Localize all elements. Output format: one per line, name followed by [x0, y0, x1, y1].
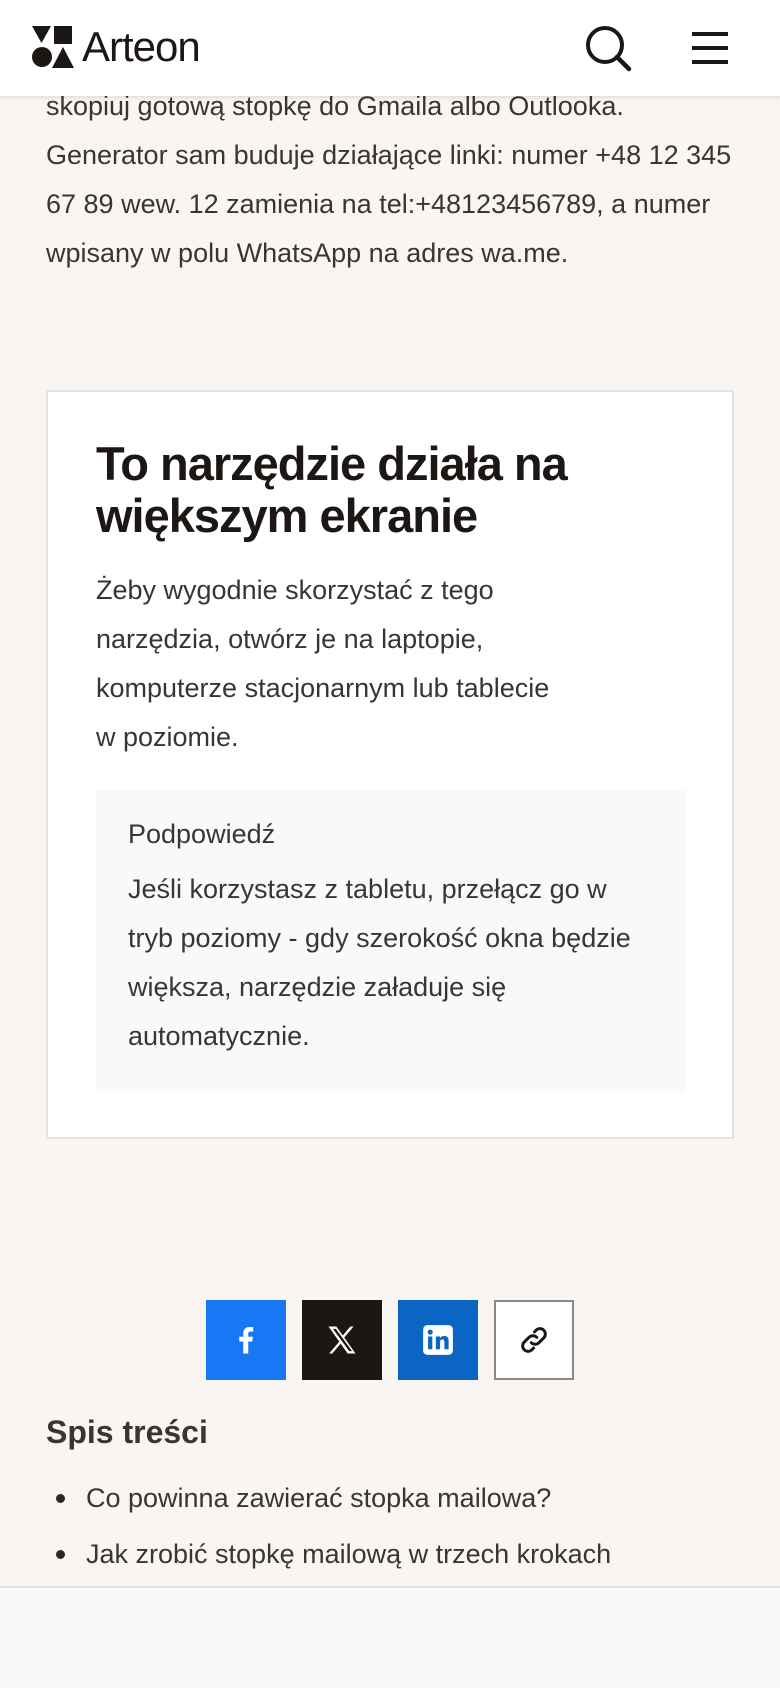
arteon-logo-icon [32, 26, 74, 68]
toc-item[interactable]: Co powinna zawierać stopka mailowa? [46, 1470, 746, 1526]
search-icon [586, 26, 632, 72]
search-button[interactable] [584, 24, 632, 72]
toc-title: Spis treści [46, 1414, 208, 1450]
bottom-bar [0, 1586, 780, 1688]
site-logo[interactable]: Arteon [32, 23, 201, 70]
copy-link-button[interactable] [494, 1300, 574, 1380]
toc-list: Co powinna zawierać stopka mailowa? Jak … [46, 1470, 746, 1582]
notice-title: To narzędzie działa na większym ekranie [96, 437, 568, 542]
hint-text: Jeśli korzystasz z tabletu, przełącz go … [128, 874, 631, 1051]
large-screen-notice: To narzędzie działa na większym ekranie … [46, 390, 734, 1139]
x-icon [328, 1326, 356, 1354]
notice-text: Żeby wygodnie skorzystać z tego narzędzi… [96, 575, 550, 752]
logo-text: Arteon [82, 23, 201, 70]
share-x-button[interactable] [302, 1300, 382, 1380]
hint-title: Podpowiedź [128, 819, 276, 849]
toc-item[interactable]: Jak zrobić stopkę mailową w trzech kroka… [46, 1526, 746, 1582]
hamburger-menu-icon [692, 32, 728, 64]
share-linkedin-button[interactable] [398, 1300, 478, 1380]
site-header: Arteon [0, 0, 780, 96]
linkedin-icon [423, 1325, 453, 1355]
intro-paragraph: skopiuj gotową stopkę do Gmaila albo Out… [46, 91, 732, 268]
share-facebook-button[interactable] [206, 1300, 286, 1380]
hint-box: Podpowiedź Jeśli korzystasz z tabletu, p… [96, 790, 686, 1092]
menu-button[interactable] [688, 26, 732, 70]
facebook-icon [239, 1326, 254, 1354]
link-icon [521, 1327, 547, 1353]
